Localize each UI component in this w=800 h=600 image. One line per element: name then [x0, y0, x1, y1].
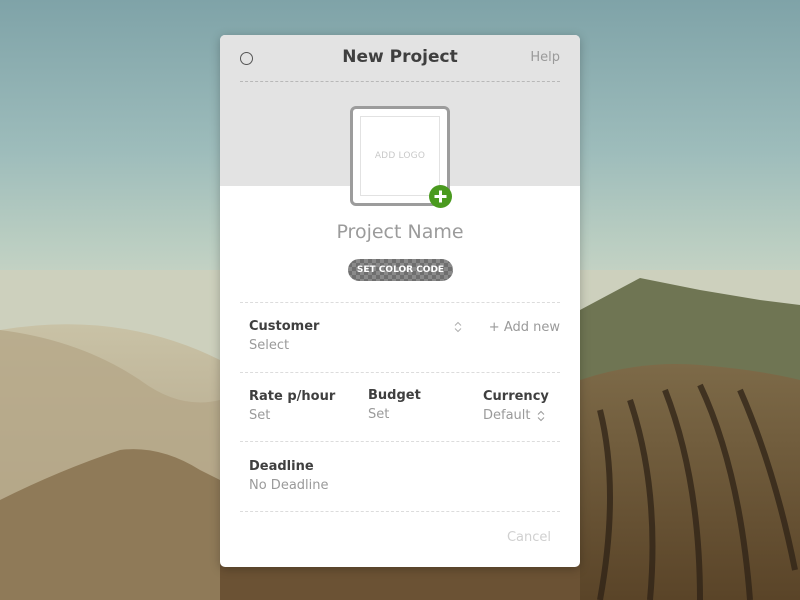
customer-label: Customer	[249, 319, 320, 334]
customer-select[interactable]: Select	[249, 338, 289, 353]
budget-label: Budget	[368, 388, 421, 403]
currency-select[interactable]: Default	[483, 408, 531, 423]
logo-placeholder: ADD LOGO	[360, 116, 440, 196]
new-project-dialog: New Project Help ADD LOGO Project Name S…	[220, 35, 580, 567]
divider	[240, 372, 560, 373]
rate-label: Rate p/hour	[249, 389, 336, 404]
deadline-label: Deadline	[249, 459, 314, 474]
divider	[240, 441, 560, 442]
divider	[240, 511, 560, 512]
plus-icon	[434, 190, 447, 203]
budget-input[interactable]: Set	[368, 407, 389, 422]
help-link[interactable]: Help	[530, 50, 560, 65]
chevron-updown-icon[interactable]	[454, 321, 462, 333]
add-logo-plus-button[interactable]	[429, 185, 452, 208]
add-logo-label: ADD LOGO	[374, 151, 426, 161]
set-color-code-button[interactable]: SET COLOR CODE	[348, 259, 453, 281]
add-new-customer-link[interactable]: + Add new	[489, 320, 560, 335]
rate-input[interactable]: Set	[249, 408, 270, 423]
project-name-input[interactable]: Project Name	[220, 221, 580, 243]
chevron-updown-icon[interactable]	[537, 410, 545, 422]
currency-label: Currency	[483, 389, 549, 404]
divider	[240, 302, 560, 303]
cancel-button[interactable]: Cancel	[507, 530, 551, 545]
deadline-input[interactable]: No Deadline	[249, 478, 329, 493]
dialog-title: New Project	[342, 47, 458, 67]
dialog-header: New Project Help	[240, 35, 560, 82]
